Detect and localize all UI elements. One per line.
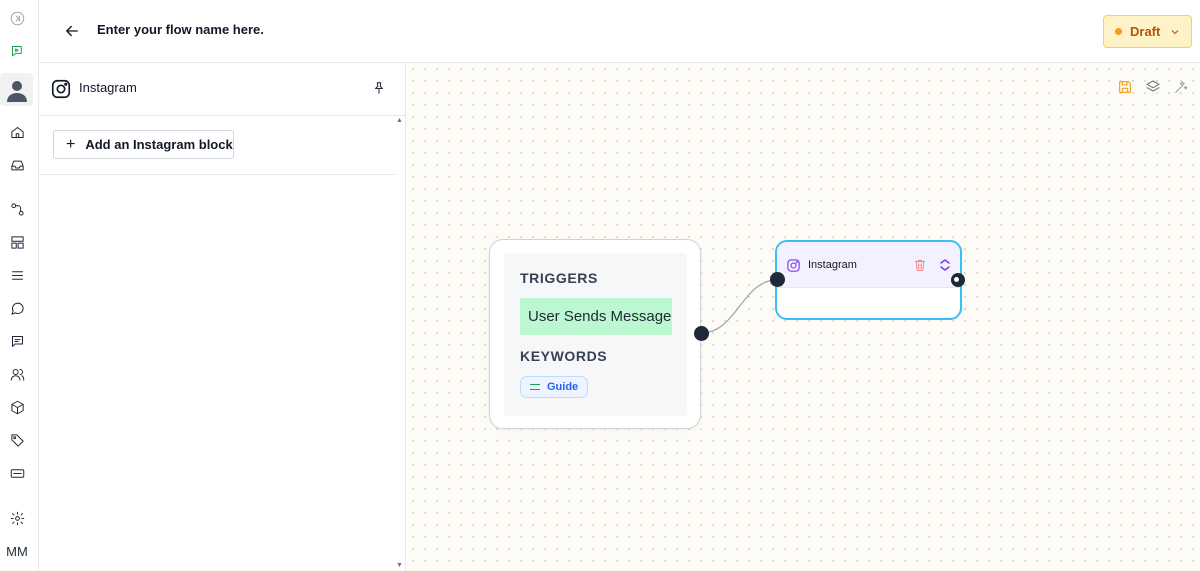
panel-header: Instagram (39, 63, 405, 116)
triggers-heading: TRIGGERS (520, 270, 598, 286)
collapse-icon[interactable] (5, 6, 29, 30)
block-panel: Instagram ▲ + Add an Instagram block ▼ (39, 63, 406, 571)
add-block-label: Add an Instagram block (85, 137, 233, 152)
keyword-chip[interactable]: Guide (520, 376, 589, 398)
status-label: Draft (1130, 24, 1161, 39)
canvas-toolbar (1117, 79, 1189, 95)
trigger-node-body: TRIGGERS User Sends Message KEYWORDS Gui… (504, 253, 687, 416)
trash-icon[interactable] (913, 258, 927, 272)
templates-icon[interactable] (5, 230, 29, 254)
user-initials[interactable]: MM (3, 540, 31, 562)
flow-canvas[interactable]: TRIGGERS User Sends Message KEYWORDS Gui… (407, 63, 1200, 571)
back-arrow-icon[interactable] (63, 22, 81, 40)
keyword-label: Guide (547, 381, 579, 393)
tag-icon[interactable] (5, 428, 29, 452)
settings-icon[interactable] (5, 506, 29, 530)
home-icon[interactable] (5, 120, 29, 144)
instagram-output-port[interactable] (951, 273, 965, 287)
inbox-icon[interactable] (5, 153, 29, 177)
menu-icon[interactable] (5, 263, 29, 287)
equals-icon (530, 384, 540, 390)
chevron-down-icon (1169, 26, 1181, 38)
trigger-node[interactable]: TRIGGERS User Sends Message KEYWORDS Gui… (489, 239, 701, 429)
chat-icon[interactable] (5, 296, 29, 320)
expand-icon[interactable] (939, 258, 951, 272)
trigger-output-port[interactable] (694, 326, 709, 341)
instagram-node-title: Instagram (808, 259, 857, 271)
keyboard-icon[interactable] (5, 461, 29, 485)
instagram-icon (50, 78, 72, 100)
user-avatar-icon (6, 80, 27, 102)
pin-icon[interactable] (372, 81, 386, 95)
user-avatar[interactable] (0, 73, 33, 106)
contacts-icon[interactable] (5, 362, 29, 386)
icon-rail: MM (0, 0, 39, 571)
flow-builder-icon[interactable] (5, 39, 29, 63)
status-dropdown[interactable]: Draft (1103, 15, 1192, 48)
keywords-heading: KEYWORDS (520, 348, 608, 364)
flow-name-field[interactable]: Enter your flow name here. (97, 22, 264, 37)
magic-wand-icon[interactable] (1173, 79, 1189, 95)
instagram-node-header: Instagram (777, 242, 960, 288)
panel-divider (39, 174, 396, 175)
scroll-up-arrow[interactable]: ▲ (396, 117, 404, 125)
instagram-input-port[interactable] (770, 272, 785, 287)
panel-title: Instagram (79, 80, 137, 95)
workflow-icon[interactable] (5, 197, 29, 221)
instagram-node[interactable]: Instagram (775, 240, 962, 320)
add-instagram-block-button[interactable]: + Add an Instagram block (53, 130, 234, 159)
plus-icon: + (66, 135, 76, 153)
top-bar: Enter your flow name here. Draft (39, 0, 1200, 63)
trigger-chip[interactable]: User Sends Message (520, 298, 672, 335)
messages-icon[interactable] (5, 329, 29, 353)
scroll-down-arrow[interactable]: ▼ (396, 562, 404, 570)
status-dot (1115, 28, 1122, 35)
instagram-icon (786, 258, 801, 273)
package-icon[interactable] (5, 395, 29, 419)
layers-icon[interactable] (1145, 79, 1161, 95)
save-icon[interactable] (1117, 79, 1133, 95)
